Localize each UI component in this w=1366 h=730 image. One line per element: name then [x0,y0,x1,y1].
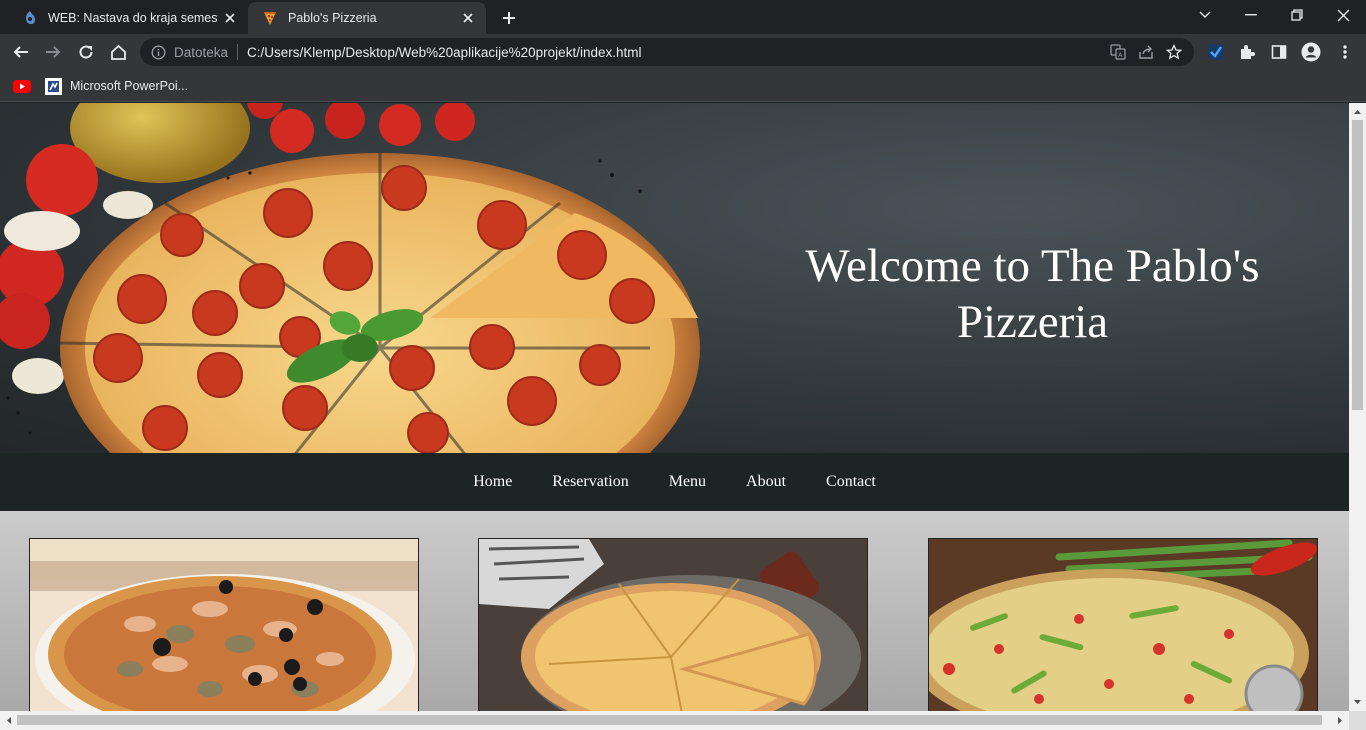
kebab-menu-icon [1343,45,1347,59]
vertical-scroll-thumb[interactable] [1352,120,1363,410]
address-scheme-label: Datoteka [174,44,229,60]
reload-icon [79,45,93,59]
youtube-icon [13,79,31,93]
horizontal-scroll-thumb[interactable] [17,715,1322,725]
tab-strip: WEB: Nastava do kraja semestra, Pablo's … [0,0,1366,34]
side-panel-icon [1271,45,1287,59]
hero-banner: Welcome to The Pablo's Pizzeria [0,103,1349,453]
forward-button[interactable] [38,37,68,67]
main-nav: Home Reservation Menu About Contact [0,453,1349,511]
restore-icon [1291,9,1303,21]
close-icon[interactable] [456,6,480,30]
bookmark-label: Microsoft PowerPoi... [70,79,189,93]
puzzle-icon [1241,45,1255,59]
tab-pablos-pizzeria[interactable]: Pablo's Pizzeria [248,2,486,34]
page-viewport: Welcome to The Pablo's Pizzeria Home Res… [0,103,1349,711]
checkmark-extension-icon [1208,44,1224,60]
scroll-down-icon [1354,700,1361,704]
scroll-left-icon [7,717,11,724]
back-button[interactable] [6,37,36,67]
bookmarks-bar: Microsoft PowerPoi... [0,70,1366,102]
minimize-icon [1245,14,1257,16]
translate-icon[interactable]: A [1104,38,1132,66]
pizza-gallery [0,511,1349,711]
extension-todo-button[interactable] [1201,37,1231,67]
powerpoint-icon [45,77,62,95]
info-icon[interactable] [150,44,166,60]
share-icon[interactable] [1132,38,1160,66]
hero-title: Welcome to The Pablo's Pizzeria [805,240,1260,348]
forward-arrow-icon [46,46,61,58]
pizza-card-image-1 [29,538,419,711]
profile-button[interactable] [1296,37,1326,67]
restore-button[interactable] [1274,0,1320,30]
moodle-icon [22,10,38,26]
nav-link-contact[interactable]: Contact [826,473,876,491]
nav-link-about[interactable]: About [746,473,786,491]
pizza-card-image-2 [478,538,868,711]
close-icon[interactable] [218,6,242,30]
scroll-right-icon [1338,717,1342,724]
scrollbar-corner [1349,711,1366,730]
chevron-down-icon [1199,11,1211,18]
menu-button[interactable] [1330,37,1360,67]
nav-link-home[interactable]: Home [473,473,512,491]
bookmark-powerpoint[interactable]: Microsoft PowerPoi... [45,75,188,97]
scroll-up-icon [1354,110,1361,114]
close-window-button[interactable] [1320,0,1366,30]
nav-link-reservation[interactable]: Reservation [552,473,628,491]
pizza-card-image-3 [928,538,1318,711]
new-tab-button[interactable] [496,5,522,31]
home-icon [110,44,126,60]
browser-toolbar: Datoteka C:/Users/Klemp/Desktop/Web%20ap… [0,34,1366,70]
side-panel-button[interactable] [1264,37,1294,67]
close-icon [1337,9,1349,21]
address-url[interactable]: C:/Users/Klemp/Desktop/Web%20aplikacije%… [247,45,1104,60]
avatar-icon [1301,42,1321,62]
bookmark-star-icon[interactable] [1160,38,1188,66]
tab-title: Pablo's Pizzeria [288,11,377,25]
extensions-button[interactable] [1232,37,1262,67]
home-button[interactable] [103,37,133,67]
tab-search-button[interactable] [1182,0,1228,30]
address-separator [237,44,239,60]
pizza-icon [262,10,278,26]
horizontal-scrollbar[interactable] [0,711,1349,730]
address-bar[interactable]: Datoteka C:/Users/Klemp/Desktop/Web%20ap… [140,38,1194,66]
nav-link-menu[interactable]: Menu [669,473,706,491]
plus-icon [503,12,515,24]
vertical-scrollbar[interactable] [1349,103,1366,711]
back-arrow-icon [13,46,28,58]
bookmark-youtube[interactable] [13,75,31,97]
tab-web-nastava[interactable]: WEB: Nastava do kraja semestra, [8,2,248,34]
reload-button[interactable] [71,37,101,67]
minimize-button[interactable] [1228,0,1274,30]
tab-title: WEB: Nastava do kraja semestra, [48,11,218,25]
